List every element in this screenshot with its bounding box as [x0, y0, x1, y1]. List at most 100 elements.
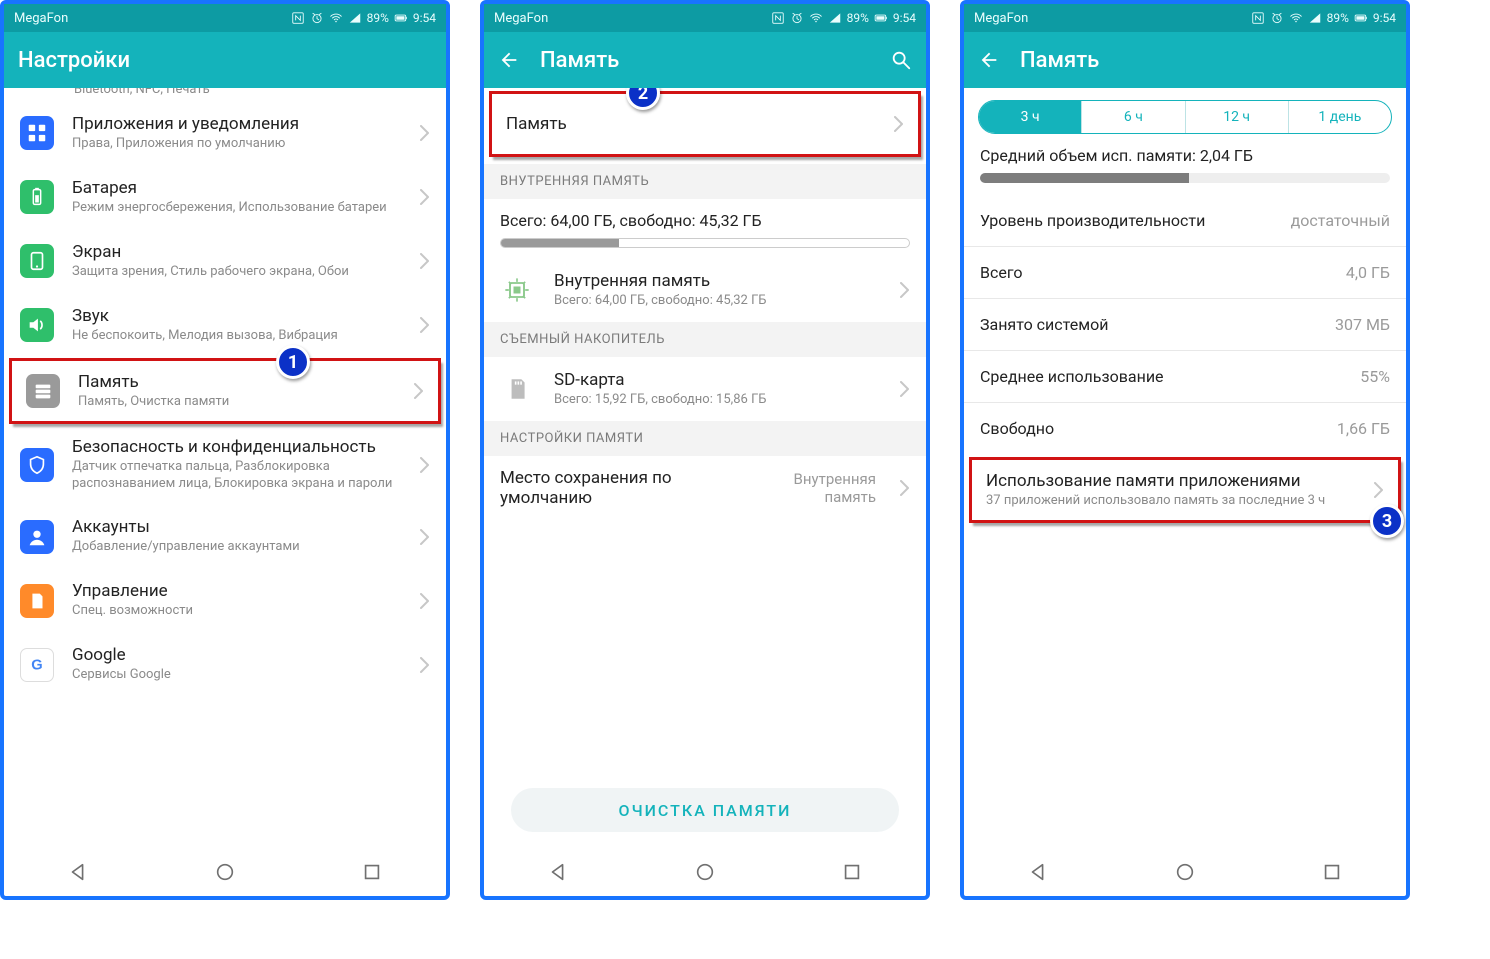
seg-option-0[interactable]: 3 ч	[979, 101, 1082, 133]
nav-back-icon[interactable]	[67, 861, 89, 883]
nav-back-icon[interactable]	[547, 861, 569, 883]
navbar	[484, 848, 926, 896]
chevron-right-icon	[420, 529, 430, 545]
kv-row: Свободно1,66 ГБ	[964, 403, 1406, 454]
row-title: Память	[78, 372, 396, 392]
settings-row-security[interactable]: Безопасность и конфиденциальностьДатчик …	[4, 425, 446, 505]
sound-icon	[20, 308, 54, 342]
internal-title: Внутренняя память	[554, 271, 882, 291]
default-location-value: Внутренняя память	[756, 470, 876, 506]
nav-home-icon[interactable]	[694, 861, 716, 883]
back-icon[interactable]	[978, 49, 1000, 71]
row-sub: Спец. возможности	[72, 603, 402, 620]
kv-key: Свободно	[980, 419, 1054, 438]
app-memory-usage-row[interactable]: Использование памяти приложениями 37 при…	[970, 458, 1400, 522]
page-title: Память	[1020, 48, 1392, 73]
chevron-right-icon	[894, 116, 904, 132]
storage-icon	[26, 374, 60, 408]
step-badge-3: 3	[1370, 504, 1404, 538]
chevron-right-icon	[420, 125, 430, 141]
nav-recent-icon[interactable]	[361, 861, 383, 883]
settings-row-smart[interactable]: УправлениеСпец. возможности	[4, 569, 446, 633]
clock: 9:54	[1373, 11, 1396, 25]
carrier-label: MegaFon	[494, 11, 548, 26]
kv-row: Всего4,0 ГБ	[964, 247, 1406, 298]
alarm-icon	[1270, 11, 1284, 25]
alarm-icon	[790, 11, 804, 25]
row-sub: Не беспокоить, Мелодия вызова, Вибрация	[72, 328, 402, 345]
smart-icon	[20, 584, 54, 618]
phone-settings: MegaFon 89% 9:54 Настройки Bluetooth, NF…	[0, 0, 450, 900]
settings-row-screen[interactable]: Экран Защита зрения, Стиль рабочего экран…	[4, 229, 446, 293]
settings-row-google[interactable]: GGoogleСервисы Google	[4, 633, 446, 697]
ram-list[interactable]: 3 ч6 ч12 ч1 день Средний объем исп. памя…	[964, 88, 1406, 848]
internal-storage-row[interactable]: Внутренняя память Всего: 64,00 ГБ, свобо…	[484, 258, 926, 322]
chevron-right-icon	[1374, 482, 1384, 498]
time-range-segment: 3 ч6 ч12 ч1 день	[978, 100, 1392, 134]
account-icon	[20, 520, 54, 554]
seg-option-1[interactable]: 6 ч	[1082, 101, 1185, 133]
appbar: Память	[484, 32, 926, 88]
seg-option-3[interactable]: 1 день	[1289, 101, 1391, 133]
chevron-right-icon	[420, 317, 430, 333]
kv-value: достаточный	[1291, 211, 1390, 230]
appbar: Память	[964, 32, 1406, 88]
kv-key: Всего	[980, 263, 1023, 282]
app-usage-sub: 37 приложений использовало память за пос…	[986, 493, 1356, 510]
row-sub: Память, Очистка памяти	[78, 394, 396, 411]
avg-ram-label: Средний объем исп. памяти: 2,04 ГБ	[964, 146, 1406, 173]
phone-ram: MegaFon 89% 9:54 Память 3 ч6 ч12 ч1 день…	[960, 0, 1410, 900]
settings-row-account[interactable]: АккаунтыДобавление/управление аккаунтами	[4, 505, 446, 569]
navbar	[964, 848, 1406, 896]
row-title: Экран	[72, 242, 402, 262]
row-title: Приложения и уведомления	[72, 114, 402, 134]
clean-storage-button[interactable]: ОЧИСТКА ПАМЯТИ	[511, 788, 900, 832]
default-location-row[interactable]: Место сохранения по умолчанию Внутренняя…	[484, 456, 926, 520]
nav-home-icon[interactable]	[1174, 861, 1196, 883]
section-storage-settings: НАСТРОЙКИ ПАМЯТИ	[484, 421, 926, 456]
section-internal: ВНУТРЕННЯЯ ПАМЯТЬ	[484, 164, 926, 199]
settings-row-apps[interactable]: Приложения и уведомления Права, Приложени…	[4, 101, 446, 165]
search-icon[interactable]	[890, 49, 912, 71]
nav-recent-icon[interactable]	[1321, 861, 1343, 883]
back-icon[interactable]	[498, 49, 520, 71]
row-title: Аккаунты	[72, 517, 402, 537]
appbar: Настройки	[4, 32, 446, 88]
row-sub: Защита зрения, Стиль рабочего экрана, Об…	[72, 264, 402, 281]
kv-key: Среднее использование	[980, 367, 1164, 386]
kv-key: Уровень производительности	[980, 211, 1205, 230]
navbar	[4, 848, 446, 896]
row-sub: Права, Приложения по умолчанию	[72, 136, 402, 153]
nfc-icon	[291, 11, 305, 25]
section-removable: СЪЕМНЫЙ НАКОПИТЕЛЬ	[484, 322, 926, 357]
chevron-right-icon	[420, 457, 430, 473]
clock: 9:54	[413, 11, 436, 25]
settings-row-sound[interactable]: Звук Не беспокоить, Мелодия вызова, Вибра…	[4, 293, 446, 357]
nfc-icon	[771, 11, 785, 25]
kv-row: Среднее использование55%	[964, 351, 1406, 402]
storage-list[interactable]: Память 2 ВНУТРЕННЯЯ ПАМЯТЬ Всего: 64,00 …	[484, 88, 926, 848]
chip-icon	[500, 273, 534, 307]
settings-list[interactable]: Bluetooth, NFC, Печать Приложения и увед…	[4, 88, 446, 848]
chevron-right-icon	[900, 480, 910, 496]
kv-value: 307 МБ	[1335, 315, 1390, 334]
wifi-icon	[329, 11, 343, 25]
row-title: Звук	[72, 306, 402, 326]
chevron-right-icon	[420, 253, 430, 269]
carrier-label: MegaFon	[14, 11, 68, 26]
sd-card-row[interactable]: SD-карта Всего: 15,92 ГБ, свободно: 15,8…	[484, 357, 926, 421]
ram-row[interactable]: Память 2	[490, 92, 920, 156]
chevron-right-icon	[420, 657, 430, 673]
default-location-title: Место сохранения по умолчанию	[500, 468, 738, 508]
row-title: Батарея	[72, 178, 402, 198]
settings-row-storage[interactable]: ПамятьПамять, Очистка памяти1	[10, 359, 440, 423]
nav-home-icon[interactable]	[214, 861, 236, 883]
apps-icon	[20, 116, 54, 150]
ram-row-title: Память	[506, 114, 876, 134]
seg-option-2[interactable]: 12 ч	[1186, 101, 1289, 133]
nav-back-icon[interactable]	[1027, 861, 1049, 883]
security-icon	[20, 448, 54, 482]
settings-row-battery[interactable]: БатареяРежим энергосбережения, Использов…	[4, 165, 446, 229]
battery-icon	[394, 11, 408, 25]
nav-recent-icon[interactable]	[841, 861, 863, 883]
